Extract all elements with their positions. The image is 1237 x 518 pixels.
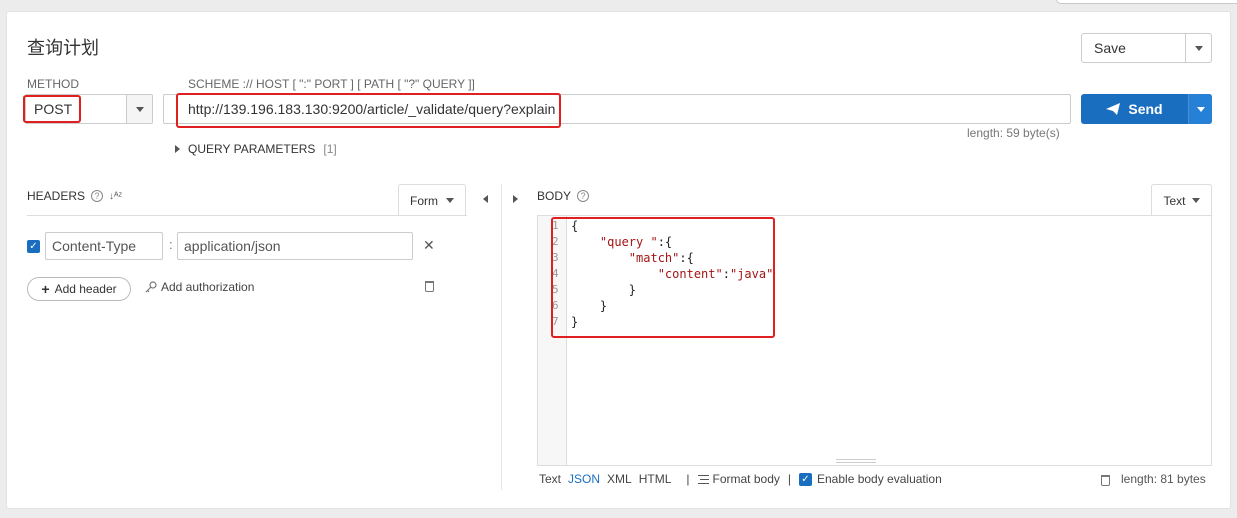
panel-divider[interactable] xyxy=(501,184,502,490)
save-button[interactable]: Save xyxy=(1081,33,1212,63)
format-xml[interactable]: XML xyxy=(607,472,632,486)
code-area[interactable]: { "query ":{ "match":{ "content":"java" … xyxy=(571,216,773,330)
clear-headers-button[interactable] xyxy=(425,281,434,292)
send-icon xyxy=(1106,103,1121,115)
body-section-title: BODY ? xyxy=(537,189,590,203)
code-line: "query ":{ xyxy=(599,235,673,249)
format-body-label: Format body xyxy=(712,472,780,486)
help-icon[interactable]: ? xyxy=(577,190,590,202)
header-value-input[interactable]: application/json xyxy=(177,232,413,260)
add-authorization-button[interactable]: Add authorization xyxy=(145,280,254,294)
line-number: 2 xyxy=(552,235,559,248)
format-html[interactable]: HTML xyxy=(639,472,672,486)
line-number: 6 xyxy=(552,299,559,312)
body-evaluation-label: Enable body evaluation xyxy=(817,472,942,486)
headers-mode-label: Form xyxy=(410,193,438,208)
body-mode-select[interactable]: Text xyxy=(1151,184,1212,216)
send-button[interactable]: Send xyxy=(1081,94,1212,124)
save-label: Save xyxy=(1094,40,1126,56)
headers-mode-select[interactable]: Form xyxy=(398,184,466,216)
query-parameters-label: QUERY PARAMETERS xyxy=(188,142,316,156)
chevron-down-icon xyxy=(1191,198,1200,203)
send-label: Send xyxy=(1128,101,1163,117)
line-number: 3 xyxy=(552,251,559,264)
chevron-left-icon xyxy=(483,195,488,203)
body-length: length: 81 bytes xyxy=(1121,472,1206,486)
line-number: 4 xyxy=(552,267,559,280)
method-label: METHOD xyxy=(27,77,79,91)
line-number-gutter: 1 2 3 4 5 6 7 xyxy=(538,216,567,465)
trash-icon xyxy=(1101,475,1110,486)
chevron-right-icon xyxy=(513,195,518,203)
code-line: "match":{ xyxy=(628,251,694,265)
format-icon xyxy=(697,474,709,484)
chevron-down-icon xyxy=(1196,106,1205,112)
footer-separator: | xyxy=(686,472,690,486)
header-separator: : xyxy=(169,237,173,252)
body-evaluation-checkbox[interactable]: ✓ xyxy=(799,472,812,486)
key-icon xyxy=(145,281,157,293)
collapse-right-button[interactable] xyxy=(513,195,518,203)
code-line: } xyxy=(571,315,579,329)
query-parameters-toggle[interactable]: QUERY PARAMETERS [1] xyxy=(175,142,337,156)
chevron-down-icon xyxy=(446,198,454,203)
add-authorization-label: Add authorization xyxy=(161,280,255,294)
line-number: 1 xyxy=(552,219,559,232)
add-header-button[interactable]: + Add header xyxy=(27,277,131,301)
code-line: } xyxy=(571,283,637,297)
method-select[interactable]: POST xyxy=(25,94,153,124)
clear-body-button[interactable] xyxy=(1101,475,1110,486)
method-dropdown-toggle[interactable] xyxy=(126,95,152,123)
format-json[interactable]: JSON xyxy=(568,472,600,486)
headers-section-title: HEADERS ? ↓ᴬᶻ xyxy=(27,189,122,203)
sort-icon[interactable]: ↓ᴬᶻ xyxy=(109,191,122,202)
save-dropdown-toggle[interactable] xyxy=(1185,34,1211,62)
page-title: 查询计划 xyxy=(27,38,99,58)
code-line: "content":"java" xyxy=(657,267,774,281)
send-dropdown-toggle[interactable] xyxy=(1188,94,1212,124)
top-input-fragment xyxy=(1056,0,1237,4)
body-editor[interactable]: 1 2 3 4 5 6 7 { "query ":{ "match":{ "content"… xyxy=(537,215,1212,466)
trash-icon xyxy=(425,281,434,292)
request-panel: 查询计划 Save METHOD SCHEME :// HOST [ ":" P… xyxy=(6,11,1231,509)
body-mode-label: Text xyxy=(1163,193,1186,208)
method-value: POST xyxy=(34,101,73,117)
footer-separator: | xyxy=(787,472,791,486)
code-line: } xyxy=(571,299,608,313)
format-text[interactable]: Text xyxy=(539,472,561,486)
body-label: BODY xyxy=(537,189,572,203)
help-icon[interactable]: ? xyxy=(91,190,104,202)
header-enabled-checkbox[interactable]: ✓ xyxy=(27,240,40,253)
chevron-down-icon xyxy=(1194,45,1203,51)
body-footer: Text JSON XML HTML | Format body | ✓ Ena… xyxy=(539,472,942,486)
chevron-right-icon xyxy=(175,145,180,153)
header-key-input[interactable]: Content-Type xyxy=(45,232,163,260)
url-length: length: 59 byte(s) xyxy=(967,126,1060,140)
collapse-left-button[interactable] xyxy=(483,195,488,203)
url-format-label: SCHEME :// HOST [ ":" PORT ] [ PATH [ "?… xyxy=(188,77,475,91)
chevron-down-icon xyxy=(135,106,144,112)
plus-icon: + xyxy=(41,281,50,297)
resize-handle[interactable] xyxy=(836,459,876,463)
body-evaluation-toggle[interactable]: ✓ Enable body evaluation xyxy=(799,472,942,486)
send-main[interactable]: Send xyxy=(1081,94,1188,124)
code-line: { xyxy=(571,219,579,233)
url-input[interactable]: http://139.196.183.130:9200/article/_val… xyxy=(163,94,1071,124)
headers-divider xyxy=(27,215,467,216)
query-parameters-count: [1] xyxy=(323,142,337,156)
line-number: 7 xyxy=(552,315,559,328)
format-body-button[interactable]: Format body xyxy=(697,472,780,486)
line-number: 5 xyxy=(552,283,559,296)
add-header-label: Add header xyxy=(54,282,117,296)
headers-label: HEADERS xyxy=(27,189,86,203)
remove-header-icon[interactable]: ✕ xyxy=(423,237,435,254)
